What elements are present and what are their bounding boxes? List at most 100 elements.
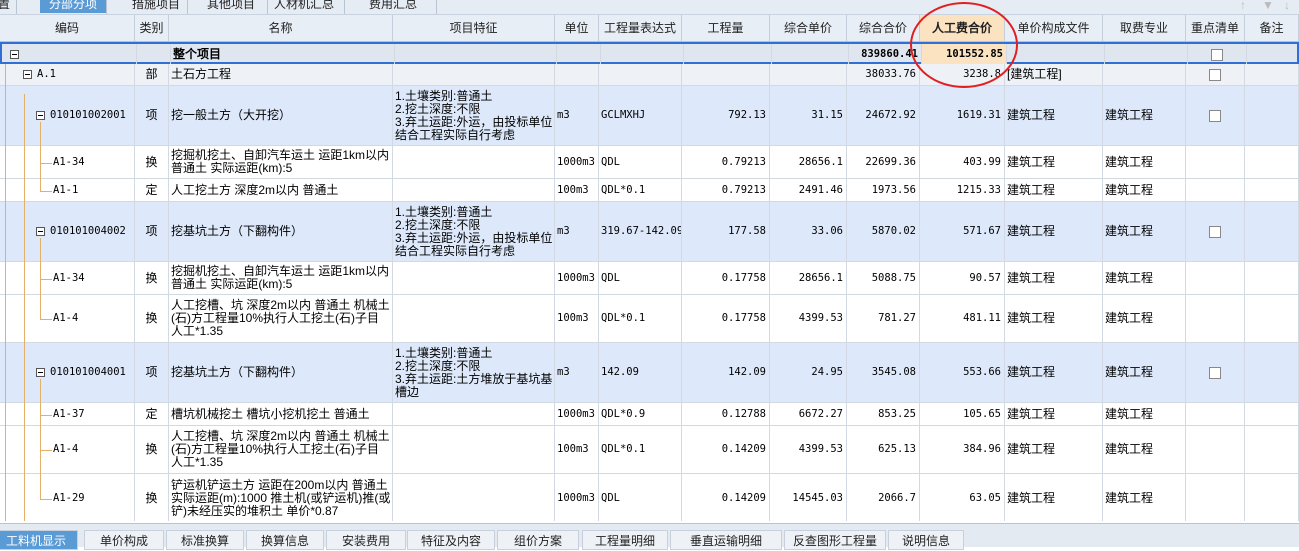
cell-labor: 63.05 [920,474,1005,521]
cell-text-price: 4399.53 [798,312,843,324]
column-header-4[interactable]: 单位 [555,15,599,41]
bottom-tab-3[interactable]: 换算信息 [246,530,324,550]
cell-qty: 177.58 [682,202,770,261]
table-row[interactable]: 010101004002 项挖基坑土方（下翻构件） 1.土壤类别:普通土 2.挖土深… [0,202,1299,262]
column-header-2[interactable]: 名称 [169,15,393,41]
table-row[interactable]: A.1 部土石方工程 38033.76 3238.8 [建筑工程] [0,64,1299,86]
key-list-checkbox[interactable] [1209,366,1221,379]
top-tab-2[interactable]: 措施项目 [125,0,187,13]
cell-text-qty: 177.58 [728,225,766,237]
column-header-7[interactable]: 综合单价 [770,15,847,41]
cell-spec: 建筑工程 [1103,179,1186,201]
top-tab-3[interactable]: 其他项目 [195,0,267,13]
cell-text-name: 整个项目 [173,47,222,61]
column-header-1[interactable]: 类别 [135,15,169,41]
cell-price: 31.15 [770,86,847,145]
table-row[interactable]: A1-37 定槽坑机械挖土 槽坑小挖机挖土 普通土 1000m3 QDL*0.9 0.1… [0,403,1299,426]
cell-text-labor: 481.11 [963,312,1001,324]
cell-qty: 0.17758 [682,262,770,294]
table-row[interactable]: A1-34 换挖掘机挖土、自卸汽车运土 运距1km以内 普通土 实际运距(km):… [0,262,1299,295]
collapse-toggle-icon[interactable] [36,111,45,120]
table-row[interactable]: A1-34 换挖掘机挖土、自卸汽车运土 运距1km以内 普通土 实际运距(km):… [0,146,1299,179]
cell-feature [393,474,555,521]
cell-text-unit: 100m3 [557,312,589,324]
down-arrow-icon[interactable]: ↓ [1284,0,1290,12]
cell-name: 挖一般土方（大开挖） [169,86,393,145]
column-header-12[interactable]: 重点清单 [1186,15,1245,41]
bottom-tab-bar: 工料机显示 单价构成 标准换算 换算信息 安装费用 特征及内容 组价方案 工程量明细 垂直运输明… [0,523,1299,550]
cell-qty: 792.13 [682,86,770,145]
cell-text-file: 建筑工程 [1007,270,1056,285]
bottom-tab-10[interactable]: 说明信息 [888,530,964,550]
cell-qty: 0.14209 [682,426,770,473]
collapse-toggle-icon[interactable] [10,50,19,59]
row-code: A.1 [37,68,56,80]
cell-total: 5088.75 [847,262,920,294]
bottom-tab-0[interactable]: 工料机显示 [0,530,78,550]
cell-text-feature: 1.土壤类别:普通土 2.挖土深度:不限 3.弃土运距:外运，由投标单位结合工程… [395,88,553,142]
column-header-13[interactable]: 备注 [1245,15,1299,41]
bottom-tab-4[interactable]: 安装费用 [326,530,406,550]
bottom-tab-2[interactable]: 标准换算 [166,530,244,550]
cell-spec: 建筑工程 [1103,295,1186,342]
bottom-tab-6[interactable]: 组价方案 [497,530,579,550]
cell-expr [601,44,684,65]
collapse-toggle-icon[interactable] [23,70,32,79]
column-header-6[interactable]: 工程量 [682,15,770,41]
bottom-tab-8[interactable]: 垂直运输明细 [670,530,782,550]
top-tab-5[interactable]: 费用汇总 [350,0,436,13]
table-row[interactable]: A1-4 换人工挖槽、坑 深度2m以内 普通土 机械土(石)方工程量10%执行人工… [0,295,1299,343]
cell-expr: QDL*0.1 [599,295,682,342]
bottom-tab-5[interactable]: 特征及内容 [407,530,495,550]
column-header-5[interactable]: 工程量表达式 [599,15,682,41]
bottom-tab-9[interactable]: 反查图形工程量 [784,530,886,550]
cell-text-qty: 0.17758 [721,312,766,324]
cell-price [772,44,849,65]
row-code: A1-34 [53,271,85,284]
column-header-9[interactable]: 人工费合价 [920,15,1005,41]
top-tab-4[interactable]: 人材机汇总 [264,0,344,13]
cell-text-unit: 100m3 [557,443,589,455]
cell-text-type: 项 [145,108,158,122]
bottom-tab-7[interactable]: 工程量明细 [582,530,668,550]
cell-feature [393,295,555,342]
tree-guide-line [40,122,41,191]
collapse-toggle-icon[interactable] [36,368,45,377]
cell-text-total: 22699.36 [865,155,916,168]
table-row[interactable]: A1-4 换人工挖槽、坑 深度2m以内 普通土 机械土(石)方工程量10%执行人工… [0,426,1299,474]
cell-text-feature: 1.土壤类别:普通土 2.挖土深度:不限 3.弃土运距:土方堆放于基坑基槽边 [395,345,553,399]
top-tab-0[interactable]: 设置 [0,0,16,13]
key-list-checkbox[interactable] [1211,48,1223,61]
table-row[interactable]: 整个项目 839860.41 101552.85 [0,42,1299,65]
table-row[interactable]: 010101004001 项挖基坑土方（下翻构件） 1.土壤类别:普通土 2.挖土深… [0,343,1299,403]
cell-file: 建筑工程 [1005,179,1103,201]
down-arrow-icon[interactable]: ▼ [1262,0,1274,12]
cell-text-price: 24.95 [811,366,843,378]
cell-feature [395,44,557,65]
cell-text-unit: m3 [557,366,570,378]
table-row[interactable]: 010101002001 项挖一般土方（大开挖） 1.土壤类别:普通土 2.挖土深度… [0,86,1299,146]
top-tab-1[interactable]: 分部分项 [40,0,106,13]
table-row[interactable]: A1-1 定人工挖土方 深度2m以内 普通土 100m3 QDL*0.1 0.79213… [0,179,1299,202]
column-header-8[interactable]: 综合合价 [847,15,920,41]
cell-text-expr: 142.09 [601,366,639,378]
key-list-checkbox[interactable] [1209,68,1221,81]
cell-qty [682,64,770,85]
cell-text-name: 槽坑机械挖土 槽坑小挖机挖土 普通土 [171,406,370,421]
cell-text-name: 铲运机铲运土方 运距在200m以内 普通土 实际运距(m):1000 推土机(或… [171,477,391,518]
key-list-checkbox[interactable] [1209,109,1221,122]
column-header-11[interactable]: 取费专业 [1103,15,1186,41]
table-row[interactable]: A1-29 换铲运机铲运土方 运距在200m以内 普通土 实际运距(m):1000… [0,474,1299,521]
cell-type: 换 [135,295,169,342]
cell-price: 33.06 [770,202,847,261]
bottom-tab-1[interactable]: 单价构成 [84,530,164,550]
tree-guide-line [40,379,41,499]
column-header-10[interactable]: 单价构成文件 [1005,15,1103,41]
collapse-toggle-icon[interactable] [36,227,45,236]
column-header-0[interactable]: 编码 [0,15,135,41]
cell-text-spec: 建筑工程 [1105,154,1154,169]
column-header-3[interactable]: 项目特征 [393,15,555,41]
up-arrow-icon[interactable]: ↑ [1240,0,1246,12]
cell-qty: 0.79213 [682,146,770,178]
key-list-checkbox[interactable] [1209,225,1221,238]
